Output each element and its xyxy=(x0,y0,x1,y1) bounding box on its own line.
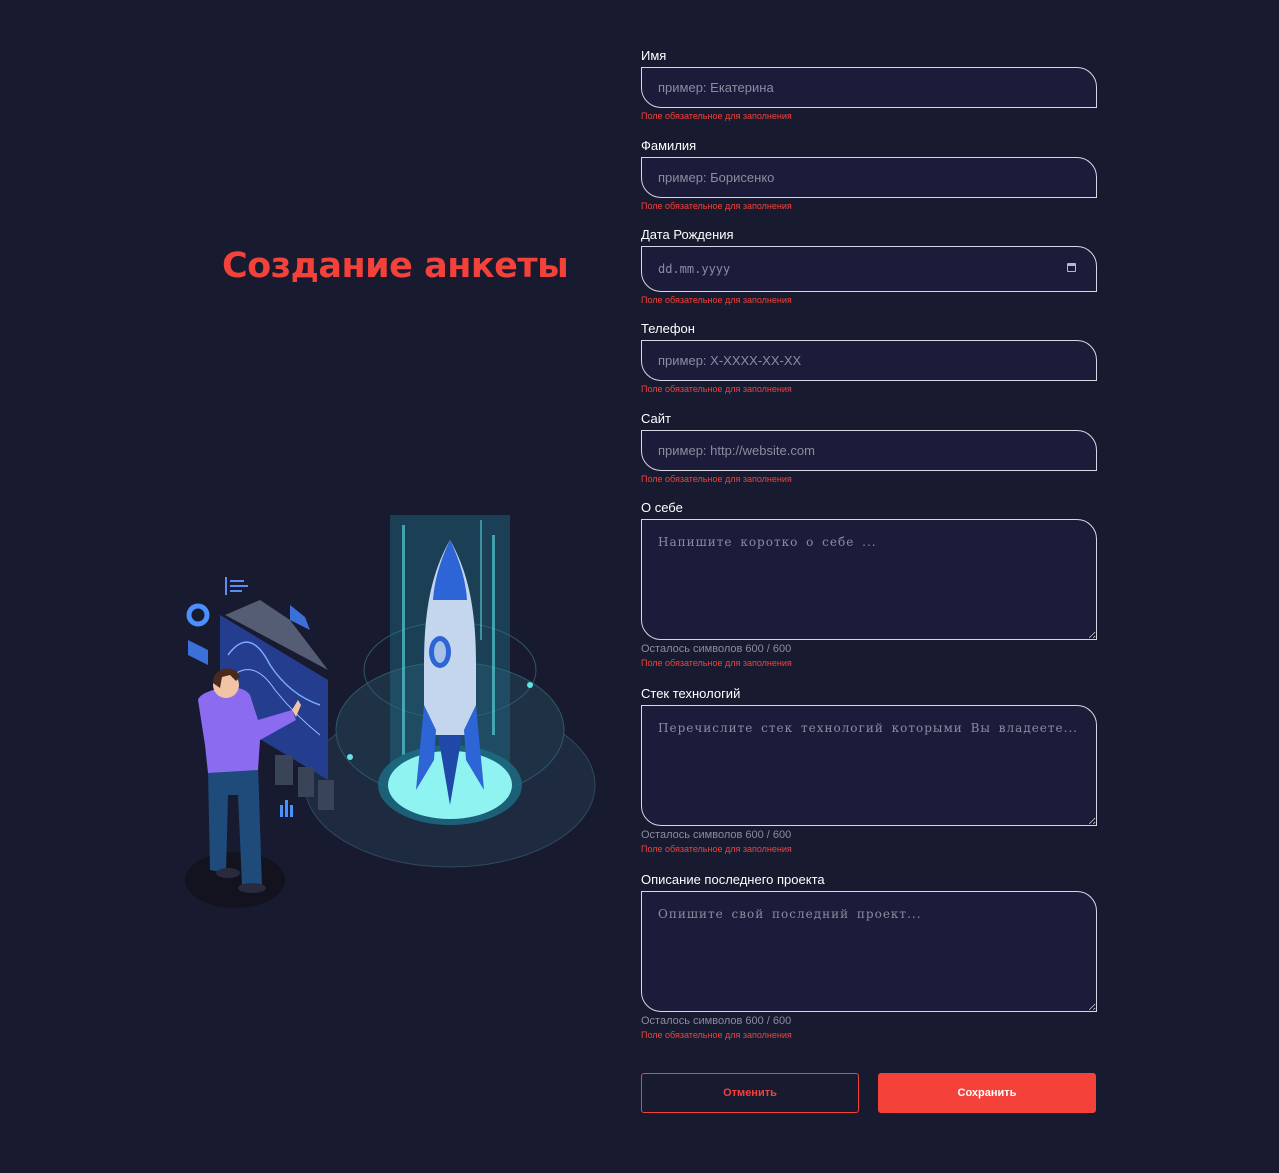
tech-stack-textarea[interactable] xyxy=(641,705,1097,826)
tech-stack-field: Стек технологий Осталось символов 600 / … xyxy=(641,686,1097,855)
page-title: Создание анкеты xyxy=(222,246,569,286)
about-textarea[interactable] xyxy=(641,519,1097,640)
about-char-counter: Осталось символов 600 / 600 xyxy=(641,643,792,655)
website-input[interactable] xyxy=(641,430,1097,471)
last-project-textarea[interactable] xyxy=(641,891,1097,1012)
tech-stack-label: Стек технологий xyxy=(641,686,741,701)
last-project-field: Описание последнего проекта Осталось сим… xyxy=(641,872,1097,1041)
birth-date-input[interactable] xyxy=(641,246,1097,292)
birth-date-label: Дата Рождения xyxy=(641,227,734,242)
tech-stack-char-counter: Осталось символов 600 / 600 xyxy=(641,829,792,841)
first-name-input[interactable] xyxy=(641,67,1097,108)
last-name-label: Фамилия xyxy=(641,138,697,153)
last-project-label: Описание последнего проекта xyxy=(641,872,825,887)
last-project-error: Поле обязательное для заполнения xyxy=(641,1030,792,1040)
rocket-launch-illustration xyxy=(185,515,596,908)
last-name-input[interactable] xyxy=(641,157,1097,198)
about-field: О себе Осталось символов 600 / 600 Поле … xyxy=(641,500,1097,669)
first-name-field: Имя Поле обязательное для заполнения xyxy=(641,48,1097,122)
phone-error: Поле обязательное для заполнения xyxy=(641,384,792,394)
website-error: Поле обязательное для заполнения xyxy=(641,474,792,484)
birth-date-error: Поле обязательное для заполнения xyxy=(641,295,792,305)
tech-stack-error: Поле обязательное для заполнения xyxy=(641,844,792,854)
calendar-icon[interactable] xyxy=(1067,263,1076,272)
phone-label: Телефон xyxy=(641,321,695,336)
last-name-field: Фамилия Поле обязательное для заполнения xyxy=(641,138,1097,212)
about-label: О себе xyxy=(641,500,683,515)
cancel-button[interactable]: Отменить xyxy=(641,1073,859,1113)
last-project-char-counter: Осталось символов 600 / 600 xyxy=(641,1015,792,1027)
website-label: Сайт xyxy=(641,411,671,426)
website-field: Сайт Поле обязательное для заполнения xyxy=(641,411,1097,485)
first-name-label: Имя xyxy=(641,48,667,63)
last-name-error: Поле обязательное для заполнения xyxy=(641,201,792,211)
save-button[interactable]: Сохранить xyxy=(878,1073,1096,1113)
phone-input[interactable] xyxy=(641,340,1097,381)
phone-field: Телефон Поле обязательное для заполнения xyxy=(641,321,1097,395)
birth-date-wrapper xyxy=(641,246,1097,292)
about-error: Поле обязательное для заполнения xyxy=(641,658,792,668)
first-name-error: Поле обязательное для заполнения xyxy=(641,111,792,121)
birth-date-field: Дата Рождения Поле обязательное для запо… xyxy=(641,227,1097,306)
